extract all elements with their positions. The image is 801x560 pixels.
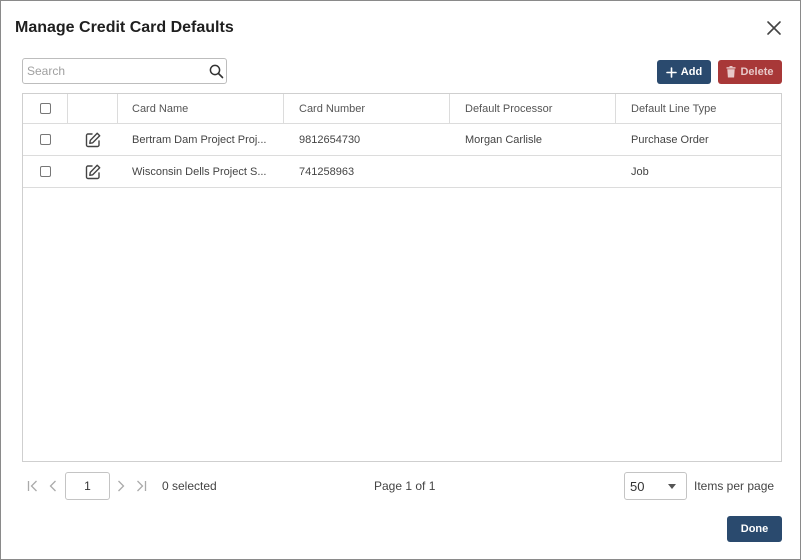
- header-select-cell: [23, 94, 68, 123]
- edit-icon[interactable]: [84, 131, 102, 149]
- default-line-type-cell: Purchase Order: [631, 133, 709, 146]
- row-checkbox[interactable]: [40, 166, 51, 177]
- items-per-page-value: 50: [630, 479, 645, 494]
- pager: 0 selected Page 1 of 1 50 Items per page: [22, 472, 782, 500]
- items-per-page-select[interactable]: 50: [624, 472, 687, 500]
- plus-icon: [665, 66, 677, 78]
- next-page-icon[interactable]: [114, 479, 128, 493]
- search-icon[interactable]: [209, 64, 224, 79]
- credit-card-grid: Card Name Card Number Default Processor …: [22, 93, 782, 462]
- column-header-card-name[interactable]: Card Name: [118, 94, 284, 123]
- page-info: Page 1 of 1: [374, 479, 436, 493]
- default-processor-cell: Morgan Carlisle: [465, 133, 543, 146]
- header-edit-cell: [68, 94, 118, 123]
- selected-count: 0 selected: [162, 479, 217, 493]
- table-row[interactable]: Bertram Dam Project Proj... 9812654730 M…: [23, 124, 781, 156]
- search-input[interactable]: [27, 62, 202, 80]
- delete-button[interactable]: Delete: [718, 60, 782, 84]
- row-select-cell: [23, 156, 68, 187]
- table-row[interactable]: Wisconsin Dells Project S... 741258963 J…: [23, 156, 781, 188]
- add-button-label: Add: [680, 66, 703, 78]
- add-button[interactable]: Add: [657, 60, 711, 84]
- edit-icon[interactable]: [84, 163, 102, 181]
- row-select-cell: [23, 124, 68, 155]
- search-box: [22, 58, 227, 84]
- close-icon: [767, 21, 781, 35]
- dialog-title: Manage Credit Card Defaults: [15, 19, 234, 36]
- card-name-cell: Wisconsin Dells Project S...: [132, 165, 267, 178]
- card-number-cell: 741258963: [299, 165, 355, 178]
- column-header-card-number[interactable]: Card Number: [284, 94, 450, 123]
- done-button[interactable]: Done: [727, 516, 782, 542]
- delete-button-label: Delete: [740, 66, 774, 78]
- card-number-cell: 9812654730: [299, 133, 361, 146]
- chevron-down-icon: [668, 484, 676, 489]
- column-header-default-processor[interactable]: Default Processor: [450, 94, 616, 123]
- items-per-page-label: Items per page: [694, 479, 775, 493]
- page-number-input[interactable]: [65, 472, 110, 500]
- row-checkbox[interactable]: [40, 134, 51, 145]
- select-all-checkbox[interactable]: [39, 103, 51, 114]
- trash-icon: [726, 66, 736, 78]
- first-page-icon[interactable]: [26, 479, 40, 493]
- manage-credit-card-defaults-dialog: Manage Credit Card Defaults Add Delete: [0, 0, 801, 560]
- previous-page-icon[interactable]: [46, 479, 60, 493]
- row-edit-cell: [68, 124, 118, 155]
- default-line-type-cell: Job: [631, 165, 649, 178]
- column-header-default-line-type[interactable]: Default Line Type: [616, 94, 781, 123]
- row-edit-cell: [68, 156, 118, 187]
- last-page-icon[interactable]: [134, 479, 148, 493]
- card-name-cell: Bertram Dam Project Proj...: [132, 133, 267, 146]
- default-processor-cell: [450, 156, 616, 187]
- close-button[interactable]: [763, 17, 785, 39]
- grid-header: Card Name Card Number Default Processor …: [23, 94, 781, 124]
